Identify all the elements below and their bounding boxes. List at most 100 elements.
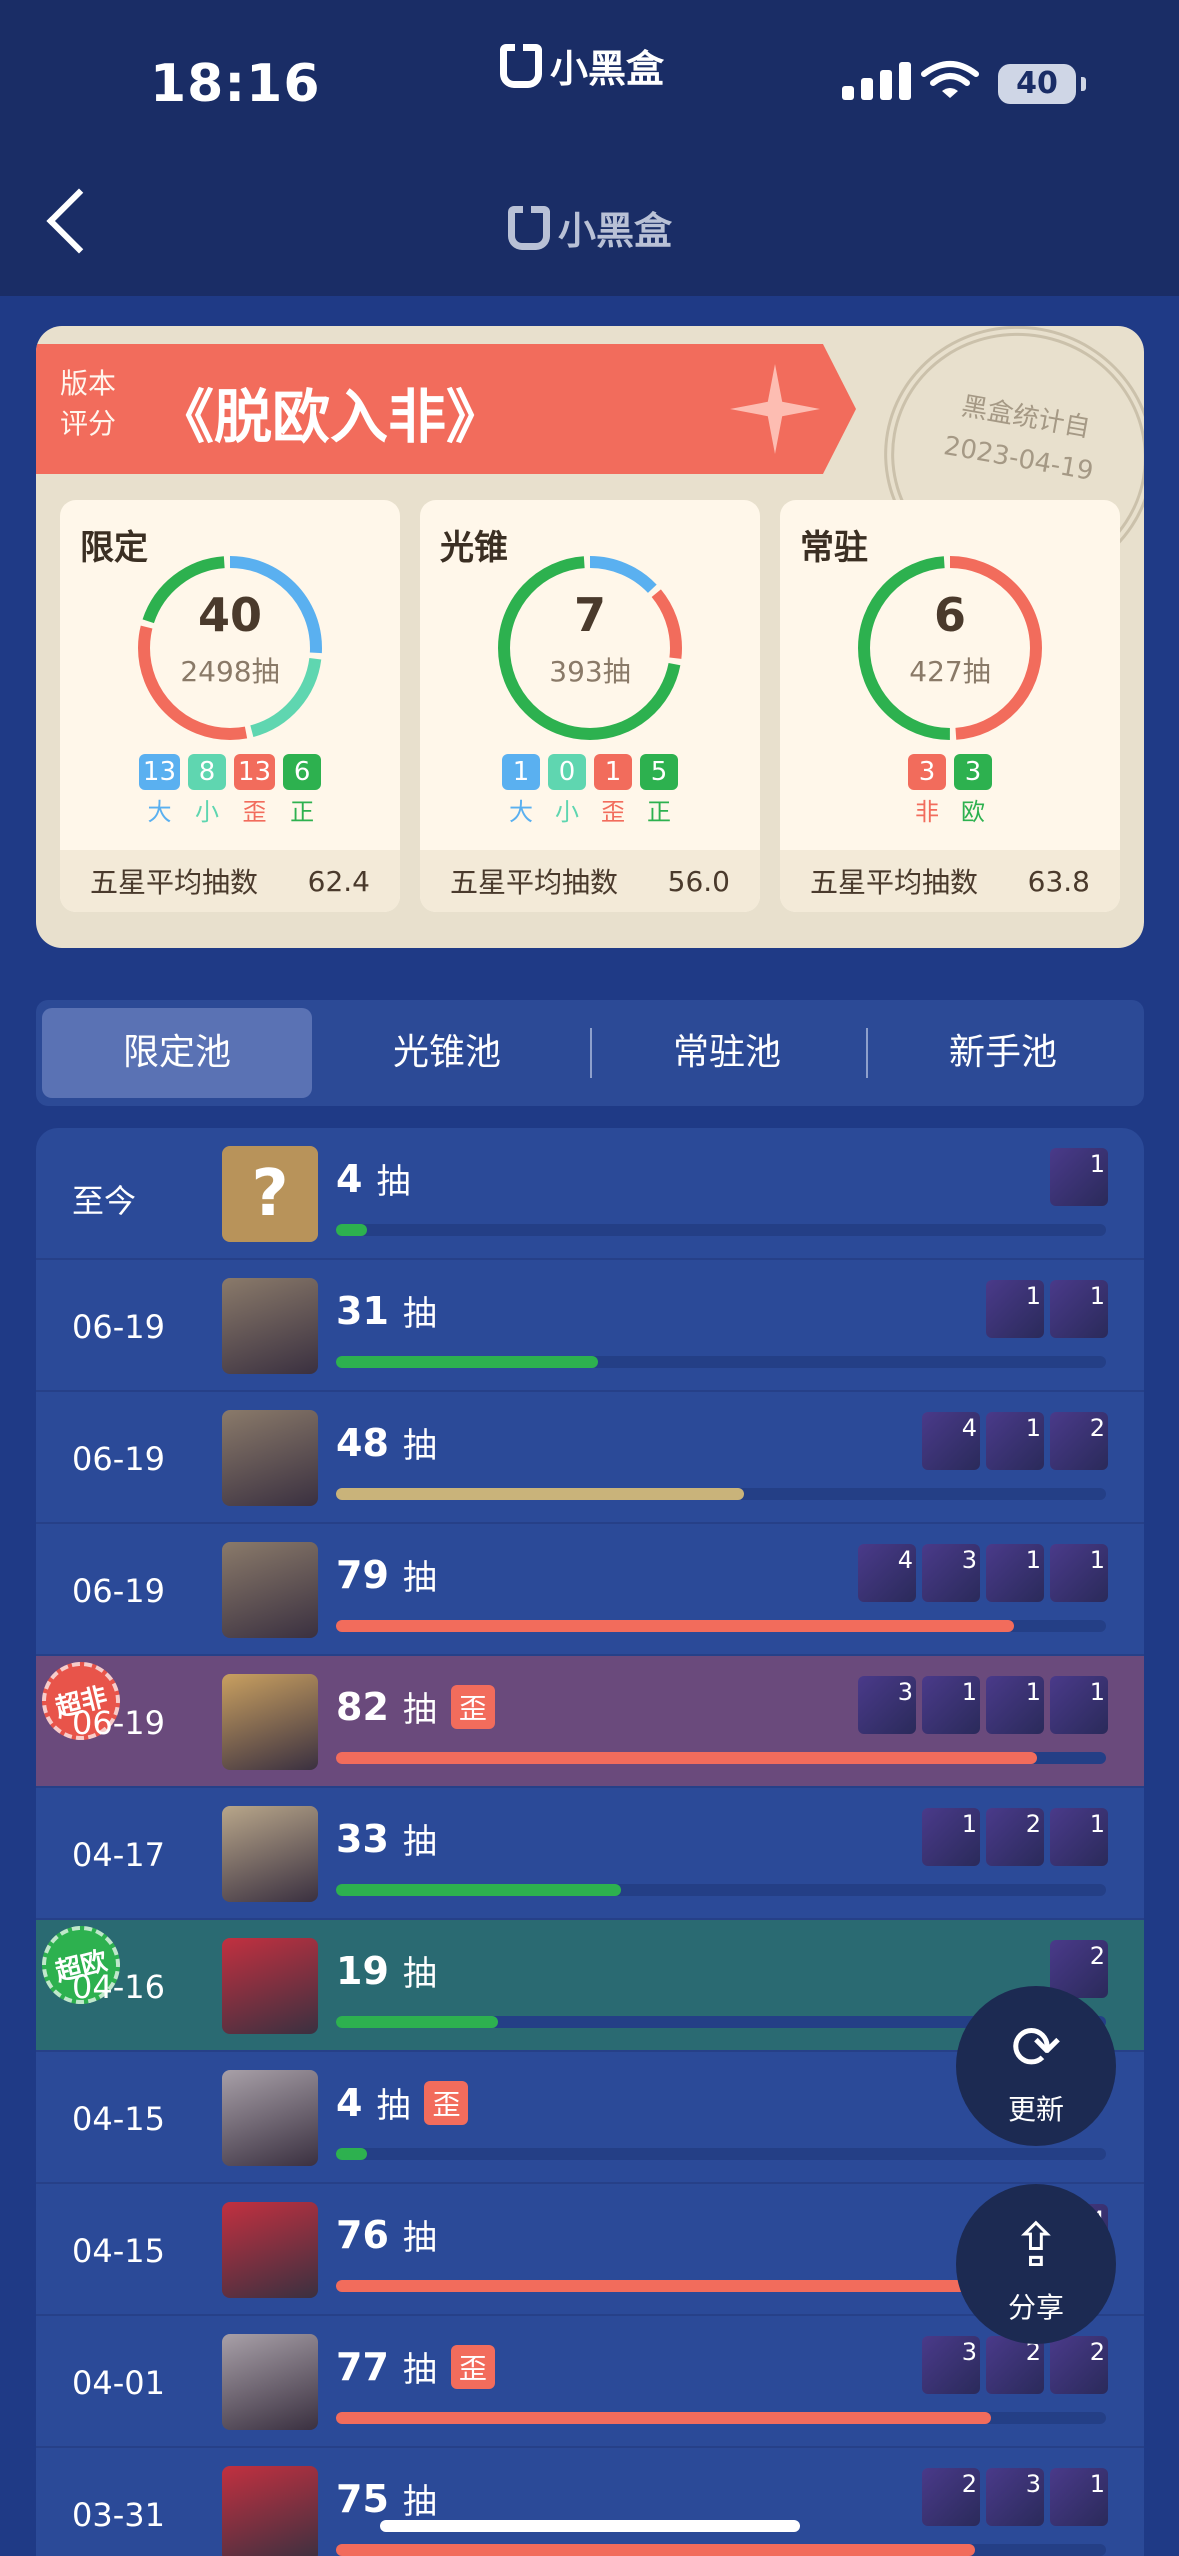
share-button[interactable]: ⇪ 分享: [956, 2184, 1116, 2344]
four-star-count: 3: [961, 2338, 977, 2366]
status-time: 18:16: [150, 54, 321, 114]
row-pulls: 75 抽: [336, 2474, 437, 2523]
pull-count: 79: [336, 1552, 389, 1597]
sparkle-icon: [730, 364, 820, 454]
pool-badge: 6 正: [283, 754, 322, 827]
pull-count: 82: [336, 1684, 389, 1729]
four-star-avatar: 3: [986, 2468, 1044, 2526]
row-date: 04-16: [72, 1968, 165, 2006]
four-star-count: 2: [1089, 2338, 1105, 2366]
pull-progress-fill: [336, 1356, 598, 1368]
history-row[interactable]: 06-19 31 抽 11: [36, 1260, 1144, 1392]
four-star-avatar: 1: [1050, 1544, 1108, 1602]
row-date: 03-31: [72, 2496, 165, 2534]
refresh-button[interactable]: ⟳ 更新: [956, 1986, 1116, 2146]
four-star-count: 4: [897, 1546, 913, 1574]
four-star-avatar: 2: [1050, 1412, 1108, 1470]
pool-badge: 13 歪: [234, 754, 276, 827]
pool-card-limited[interactable]: 限定 40 2498抽 13 大 8 小 13 歪 6 正 五星平均抽数 62.…: [60, 500, 400, 912]
pull-progress-track: [336, 1620, 1106, 1632]
row-date: 04-15: [72, 2100, 165, 2138]
wifi-icon: [921, 61, 979, 98]
pool-ring-chart: [138, 556, 322, 740]
four-star-list: 1 2 1: [922, 1808, 1108, 1866]
pull-count: 76: [336, 2212, 389, 2257]
back-icon[interactable]: [46, 188, 112, 254]
history-row[interactable]: 03-31 75 抽 2 3 1: [36, 2448, 1144, 2556]
heybox-logo-icon: [508, 204, 550, 250]
pool-tabs: 限定池 光锥池 常驻池 新手池: [36, 1000, 1144, 1106]
four-star-list: 3 1 1 1: [858, 1676, 1108, 1734]
home-indicator[interactable]: [380, 2520, 800, 2532]
tab-limited[interactable]: 限定池: [42, 1008, 312, 1098]
four-star-avatar: 1: [986, 1676, 1044, 1734]
badge-count: 5: [640, 754, 678, 790]
share-label: 分享: [1007, 2291, 1064, 2324]
history-row[interactable]: 06-19 48 抽 4 1 2: [36, 1392, 1144, 1524]
tab-beginner[interactable]: 新手池: [868, 1008, 1138, 1098]
avg-label: 五星平均抽数: [90, 866, 259, 899]
four-star-avatar: 3: [922, 2336, 980, 2394]
four-star-avatar: 1: [1050, 2468, 1108, 2526]
history-row[interactable]: 04-17 33 抽 1 2 1: [36, 1788, 1144, 1920]
badge-count: 8: [188, 754, 226, 790]
character-avatar: [222, 2202, 318, 2298]
four-star-avatar: 1: [986, 1412, 1044, 1470]
pull-progress-track: [336, 1884, 1106, 1896]
character-avatar: [222, 1938, 318, 2034]
badge-count: 13: [234, 754, 276, 790]
four-star-count: 1: [1089, 1546, 1105, 1574]
row-date: 04-01: [72, 2364, 165, 2402]
pull-unit: 抽: [402, 1954, 437, 1994]
pool-count: 7: [573, 588, 606, 642]
row-pulls: 82 抽 歪: [336, 1682, 495, 1731]
four-star-count: 3: [1025, 2470, 1041, 2498]
four-star-list: 2 3 1: [922, 2468, 1108, 2526]
history-row[interactable]: 超非 06-19 82 抽 歪 3111: [36, 1653, 1144, 1788]
four-star-avatar: 1: [922, 1676, 980, 1734]
nav-title: 小黑盒: [508, 200, 672, 255]
pull-progress-fill: [336, 2016, 498, 2028]
pool-card-lightcone[interactable]: 光锥 7 393抽 1 大 0 小 1 歪 5 正 五星平均抽数 56.0: [420, 500, 760, 912]
status-app-badge: 小黑盒: [500, 38, 664, 93]
pool-avg-row: 五星平均抽数 62.4: [60, 850, 400, 912]
row-pulls: 4 抽: [336, 1154, 410, 1203]
four-star-count: 2: [1089, 1942, 1105, 1970]
row-date: 至今: [72, 1182, 137, 1220]
avg-value: 63.8: [1027, 864, 1090, 898]
four-star-list: 4 1 2: [922, 1412, 1108, 1470]
pull-progress-track: [336, 2412, 1106, 2424]
pull-progress-track: [336, 2544, 1106, 2556]
four-star-avatar: 2: [986, 2336, 1044, 2394]
tab-standard[interactable]: 常驻池: [592, 1008, 862, 1098]
history-row[interactable]: 06-19 79 抽 4 3 1 1: [36, 1524, 1144, 1656]
tab-lightcone[interactable]: 光锥池: [312, 1008, 582, 1098]
off-banner-badge: 歪: [450, 2344, 495, 2389]
badge-label: 正: [647, 798, 671, 826]
rating-ribbon: 版本 评分 《脱欧入非》: [36, 344, 856, 474]
four-star-count: 2: [961, 2470, 977, 2498]
four-star-count: 1: [961, 1678, 977, 1706]
pool-avg-row: 五星平均抽数 56.0: [420, 850, 760, 912]
row-pulls: 48 抽: [336, 1418, 437, 1467]
pull-unit: 抽: [402, 1426, 437, 1466]
pull-progress-fill: [336, 1224, 367, 1236]
badge-label: 大: [509, 798, 533, 826]
badge-count: 0: [548, 754, 586, 790]
rating-label-line-1: 版本: [60, 367, 117, 400]
history-row[interactable]: 04-01 77 抽 歪 322: [36, 2316, 1144, 2448]
pull-count: 4: [336, 1156, 363, 1201]
pull-progress-fill: [336, 2148, 367, 2160]
four-star-count: 1: [961, 1810, 977, 1838]
history-row[interactable]: 至今 ? 4 抽 1: [36, 1128, 1144, 1260]
pool-pulls: 2498抽: [180, 655, 280, 688]
four-star-list: 322: [922, 2336, 1108, 2394]
share-icon: ⇪: [1010, 2211, 1062, 2281]
battery-icon: 40: [998, 64, 1086, 104]
avg-label: 五星平均抽数: [810, 866, 979, 899]
four-star-count: 4: [961, 1414, 977, 1442]
pool-card-standard[interactable]: 常驻 6 427抽 3 非 3 欧 五星平均抽数 63.8: [780, 500, 1120, 912]
four-star-count: 1: [1089, 1282, 1105, 1310]
character-avatar: [222, 1674, 318, 1770]
four-star-avatar: 1: [1050, 1676, 1108, 1734]
